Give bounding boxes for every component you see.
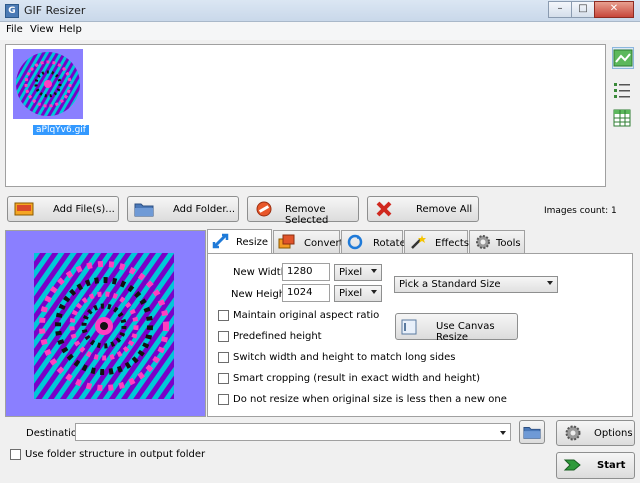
folder-icon	[134, 203, 154, 217]
chevron-down-icon	[371, 290, 377, 294]
start-button[interactable]: Start	[556, 452, 635, 479]
title-bar: G GIF Resizer – □ ✕	[0, 0, 640, 22]
use-folder-structure-checkbox[interactable]: Use folder structure in output folder	[10, 449, 205, 460]
images-count: Images count: 1	[544, 206, 617, 216]
tab-tools[interactable]: Tools	[469, 230, 525, 253]
start-arrow-icon	[563, 459, 581, 471]
menu-bar: File View Help	[0, 22, 640, 40]
no-upscale-checkbox[interactable]: Do not resize when original size is less…	[218, 394, 507, 405]
menu-file[interactable]: File	[6, 24, 23, 35]
gear-icon	[565, 425, 581, 441]
resize-panel: New Width 1280 Pixel New Height 1024 Pix…	[207, 253, 633, 417]
tab-effects[interactable]: Effects	[404, 230, 469, 253]
maximize-button[interactable]: □	[571, 1, 595, 18]
canvas-icon	[401, 319, 417, 335]
switch-dimensions-checkbox[interactable]: Switch width and height to match long si…	[218, 352, 456, 363]
rotate-icon	[347, 234, 363, 250]
file-list[interactable]: aPlqYv6.gif	[5, 44, 606, 187]
tab-rotate[interactable]: Rotate	[341, 230, 406, 253]
list-view-icon[interactable]	[612, 80, 634, 102]
add-file-icon	[14, 202, 34, 216]
add-folder-button[interactable]: Add Folder...	[127, 196, 239, 222]
new-height-input[interactable]: 1024	[282, 284, 330, 302]
predefined-height-checkbox[interactable]: Predefined height	[218, 331, 322, 342]
close-button[interactable]: ✕	[594, 1, 634, 18]
folder-icon	[523, 427, 541, 439]
maintain-aspect-checkbox[interactable]: Maintain original aspect ratio	[218, 310, 379, 321]
standard-size-select[interactable]: Pick a Standard Size	[394, 276, 558, 293]
chevron-down-icon	[500, 431, 506, 435]
thumbnail-view-icon[interactable]	[612, 47, 634, 69]
minimize-button[interactable]: –	[548, 1, 572, 18]
menu-view[interactable]: View	[30, 24, 54, 35]
new-width-input[interactable]: 1280	[282, 263, 330, 281]
gif-app-icon: G	[5, 4, 19, 18]
new-width-label: New Width	[233, 267, 288, 278]
destination-input[interactable]	[75, 423, 511, 441]
convert-icon	[278, 234, 295, 249]
canvas-resize-button[interactable]: Use Canvas Resize	[395, 313, 518, 343]
magic-wand-icon	[411, 235, 426, 249]
file-thumbnail[interactable]	[13, 49, 83, 119]
chevron-down-icon	[547, 281, 553, 285]
details-view-icon[interactable]	[612, 108, 634, 130]
new-height-label: New Height	[231, 289, 290, 300]
tab-resize[interactable]: Resize	[207, 229, 272, 253]
window-title: GIF Resizer	[24, 4, 86, 17]
remove-icon	[256, 201, 272, 217]
smart-cropping-checkbox[interactable]: Smart cropping (result in exact width an…	[218, 373, 480, 384]
remove-selected-button[interactable]: Remove Selected	[247, 196, 359, 226]
height-unit-select[interactable]: Pixel	[334, 285, 382, 302]
browse-folder-button[interactable]	[519, 420, 545, 444]
tab-convert[interactable]: Convert	[273, 230, 344, 253]
remove-all-button[interactable]: Remove All	[367, 196, 479, 222]
window-controls: – □ ✕	[548, 1, 634, 18]
preview-image	[34, 253, 174, 399]
gear-icon	[476, 235, 490, 249]
options-button[interactable]: Options	[556, 420, 635, 446]
red-x-icon	[376, 201, 392, 217]
chevron-down-icon	[371, 269, 377, 273]
image-preview	[5, 230, 206, 417]
resize-icon	[212, 233, 229, 249]
file-name-label[interactable]: aPlqYv6.gif	[33, 125, 89, 135]
menu-help[interactable]: Help	[59, 24, 82, 35]
width-unit-select[interactable]: Pixel	[334, 264, 382, 281]
add-files-button[interactable]: Add File(s)...	[7, 196, 119, 222]
